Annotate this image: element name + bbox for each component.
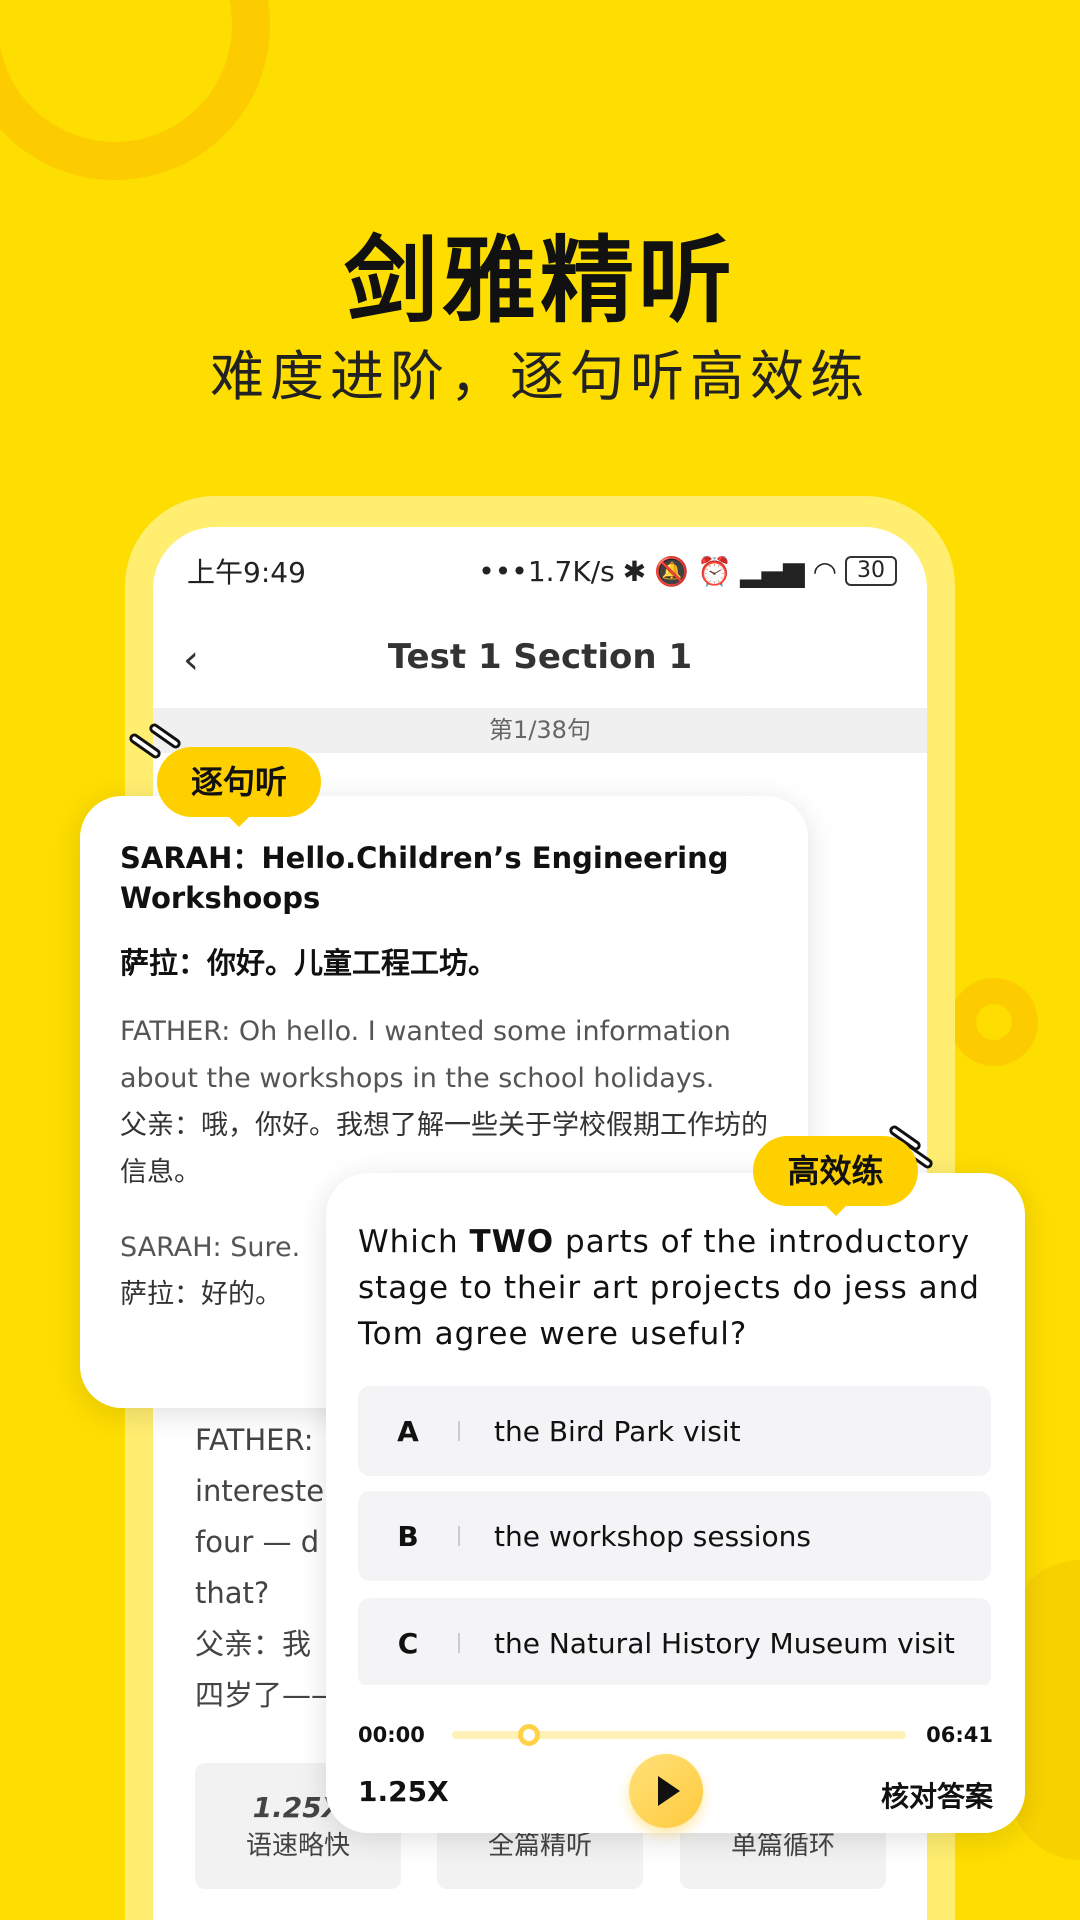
alarm-icon: ⏰ bbox=[697, 554, 732, 588]
check-answer-button[interactable]: 核对答案 bbox=[881, 1775, 993, 1815]
option-text: the Bird Park visit bbox=[494, 1414, 741, 1448]
headline-title: 剑雅精听 bbox=[343, 227, 736, 336]
option-key: A bbox=[397, 1414, 419, 1448]
speed-toggle[interactable]: 1.25X bbox=[358, 1775, 449, 1808]
practice-card: Which TWO parts of the introductory stag… bbox=[326, 1173, 1025, 1833]
question-text: Which TWO parts of the introductory stag… bbox=[358, 1219, 998, 1357]
practice-tag: 高效练 bbox=[753, 1136, 918, 1216]
net-speed: •••1.7K/s bbox=[478, 554, 615, 588]
option-key: B bbox=[397, 1519, 419, 1553]
play-button[interactable] bbox=[629, 1754, 703, 1828]
option-a[interactable]: Athe Bird Park visit bbox=[358, 1386, 991, 1476]
current-sentence-zh: 萨拉：你好。儿童工程工坊。 bbox=[120, 946, 498, 980]
signal-icon: ▂▄▆ bbox=[739, 554, 805, 588]
option-text: the Natural History Museum visit bbox=[494, 1626, 955, 1660]
option-b[interactable]: Bthe workshop sessions bbox=[358, 1491, 991, 1581]
headline-subtitle: 难度进阶，逐句听高效练 bbox=[210, 345, 870, 408]
decor-ring bbox=[0, 0, 270, 180]
page-title: Test 1 Section 1 bbox=[387, 637, 693, 677]
slider-thumb[interactable] bbox=[518, 1724, 541, 1746]
bluetooth-icon: ✱ bbox=[622, 554, 647, 588]
battery-icon: 30 bbox=[845, 556, 897, 586]
decor-ring bbox=[950, 978, 1038, 1066]
option-text: the workshop sessions bbox=[494, 1519, 811, 1553]
question-emphasis: TWO bbox=[469, 1224, 555, 1260]
option-c[interactable]: Cthe Natural History Museum visit bbox=[358, 1598, 991, 1688]
option-key: C bbox=[397, 1626, 419, 1660]
question-part: Which bbox=[358, 1224, 470, 1260]
bell-off-icon: 🔕 bbox=[654, 554, 690, 588]
wifi-icon: ◠ bbox=[812, 554, 837, 588]
sentence-listen-tag: 逐句听 bbox=[157, 747, 321, 827]
audio-player: 00:00 06:41 1.25X 核对答案 bbox=[326, 1685, 1025, 1833]
current-sentence-en: SARAH：Hello.Children’s Engineering Works… bbox=[120, 841, 729, 915]
current-time: 00:00 bbox=[358, 1723, 425, 1747]
status-time: 上午9:49 bbox=[187, 556, 306, 589]
total-time: 06:41 bbox=[926, 1723, 993, 1747]
next-sentence-en: FATHER: Oh hello. I wanted some informat… bbox=[120, 1016, 731, 1094]
status-bar: 上午9:49 •••1.7K/s ✱ 🔕 ⏰ ▂▄▆ ◠ 30 bbox=[187, 551, 897, 591]
